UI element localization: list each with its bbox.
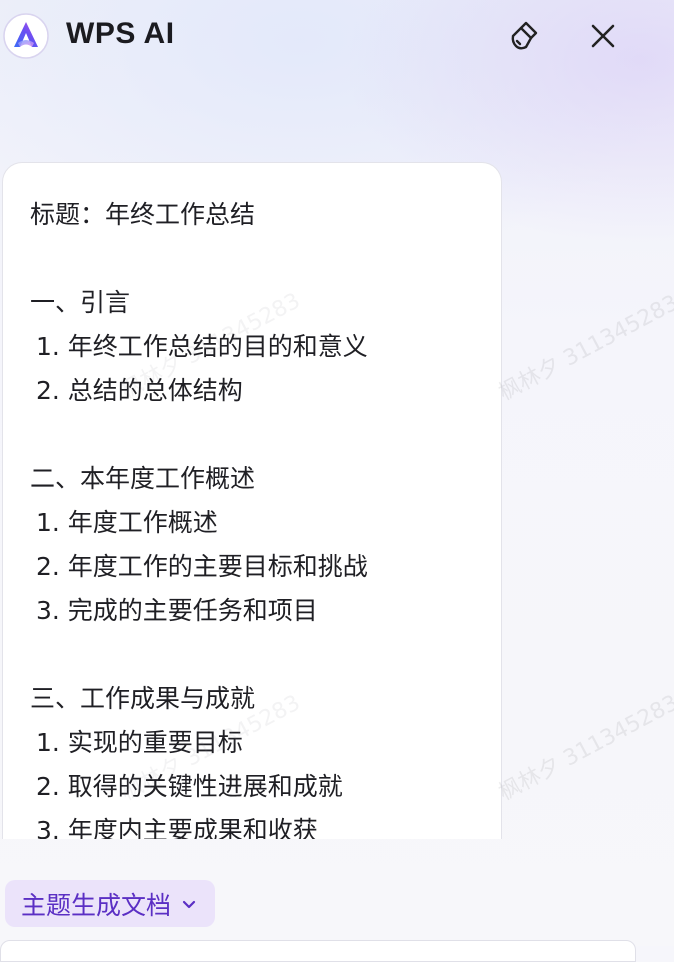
close-button[interactable] bbox=[583, 16, 623, 56]
outline-item: 1. 年度工作概述 bbox=[36, 508, 218, 537]
topic-chip-label: 主题生成文档 bbox=[21, 890, 172, 920]
outline-title: 标题：年终工作总结 bbox=[30, 200, 256, 229]
outline-item: 3. 年度内主要成果和收获 bbox=[36, 816, 318, 839]
wps-ai-logo bbox=[2, 12, 50, 60]
panel-header: WPS AI bbox=[0, 0, 674, 72]
brush-icon bbox=[511, 21, 538, 50]
topic-generate-document-dropdown[interactable]: 主题生成文档 bbox=[5, 880, 216, 927]
chat-input-box[interactable] bbox=[0, 940, 636, 962]
section-heading: 一、引言 bbox=[30, 288, 131, 317]
outline-item: 3. 完成的主要任务和项目 bbox=[36, 596, 318, 625]
outline-item: 1. 年终工作总结的目的和意义 bbox=[36, 332, 368, 361]
outline-item: 2. 总结的总体结构 bbox=[36, 376, 243, 405]
close-icon bbox=[591, 24, 615, 48]
outline-item: 2. 年度工作的主要目标和挑战 bbox=[36, 552, 368, 581]
generated-outline-card: 标题：年终工作总结 一、引言 1. 年终工作总结的目的和意义 2. 总结的总体结… bbox=[2, 162, 502, 839]
section-heading: 三、工作成果与成就 bbox=[30, 684, 256, 713]
clear-brush-button[interactable] bbox=[504, 16, 544, 56]
chevron-down-icon bbox=[182, 900, 196, 908]
outline-item: 2. 取得的关键性进展和成就 bbox=[36, 772, 343, 801]
outline-item: 1. 实现的重要目标 bbox=[36, 728, 243, 757]
app-title: WPS AI bbox=[66, 17, 175, 50]
section-heading: 二、本年度工作概述 bbox=[30, 464, 256, 493]
outline-content: 标题：年终工作总结 一、引言 1. 年终工作总结的目的和意义 2. 总结的总体结… bbox=[30, 193, 481, 839]
